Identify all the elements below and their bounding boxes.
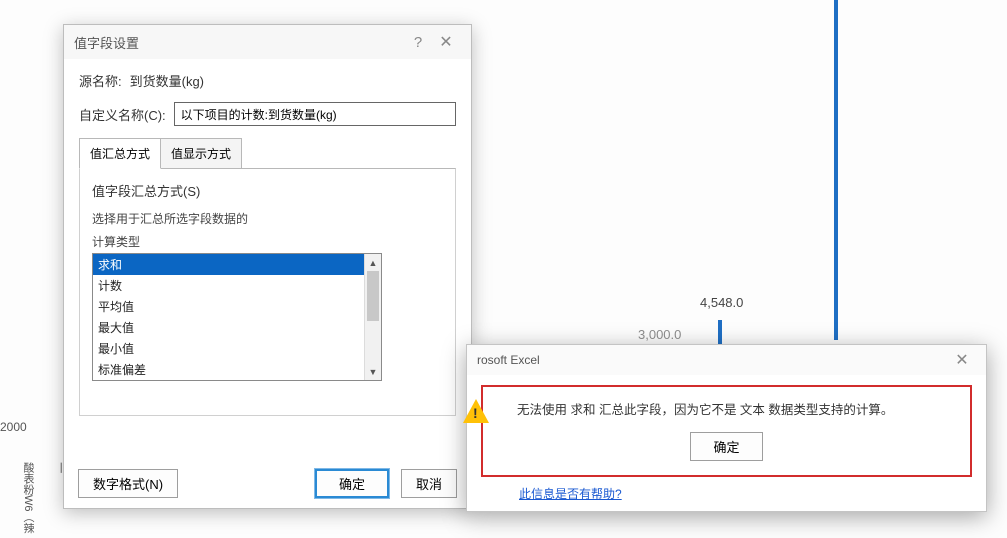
tab-summarize-by[interactable]: 值汇总方式: [79, 138, 161, 169]
alert-highlight-box: 无法使用 求和 汇总此字段，因为它不是 文本 数据类型支持的计算。 确定: [481, 385, 972, 477]
scroll-up-icon[interactable]: ▲: [365, 254, 381, 271]
custom-name-input[interactable]: [174, 102, 456, 126]
scroll-down-icon[interactable]: ▼: [365, 363, 381, 380]
chart-bar-2: [718, 320, 722, 344]
dialog-footer: 数字格式(N) 确定 取消: [64, 458, 471, 508]
chart-data-label: 4,548.0: [700, 295, 743, 310]
alert-message: 无法使用 求和 汇总此字段，因为它不是 文本 数据类型支持的计算。: [495, 397, 895, 432]
chart-bar-1: [834, 0, 838, 340]
source-name-label: 源名称:: [79, 71, 122, 90]
panel-subtext2: 计算类型: [92, 233, 443, 250]
dialog-title: 值字段设置: [74, 33, 405, 52]
warning-icon: [463, 399, 493, 429]
alert-ok-button[interactable]: 确定: [690, 432, 762, 461]
tab-panel: 值字段汇总方式(S) 选择用于汇总所选字段数据的 计算类型 求和 计数 平均值 …: [79, 168, 456, 416]
value-field-settings-dialog: 值字段设置 ? ✕ 源名称: 到货数量(kg) 自定义名称(C): 值汇总方式 …: [63, 24, 472, 509]
calculation-type-list[interactable]: 求和 计数 平均值 最大值 最小值 标准偏差 ▲ ▼: [92, 253, 382, 381]
list-item[interactable]: 最大值: [93, 317, 364, 338]
tab-show-values-as[interactable]: 值显示方式: [160, 138, 242, 169]
number-format-button[interactable]: 数字格式(N): [78, 469, 178, 498]
cancel-button[interactable]: 取消: [401, 469, 457, 498]
panel-subtext: 选择用于汇总所选字段数据的: [92, 210, 443, 227]
x-tick: 酸表粉W6（辣: [20, 462, 36, 534]
help-link[interactable]: 此信息是否有帮助?: [519, 485, 622, 502]
alert-titlebar[interactable]: rosoft Excel ✕: [467, 345, 986, 375]
scroll-track[interactable]: [365, 321, 381, 363]
close-icon[interactable]: ✕: [948, 350, 976, 370]
help-icon[interactable]: ?: [405, 34, 431, 51]
list-item[interactable]: 求和: [93, 254, 364, 275]
scroll-thumb[interactable]: [367, 271, 379, 321]
error-alert-dialog: rosoft Excel ✕ 无法使用 求和 汇总此字段，因为它不是 文本 数据…: [466, 344, 987, 512]
dialog-titlebar[interactable]: 值字段设置 ? ✕: [64, 25, 471, 59]
panel-heading: 值字段汇总方式(S): [92, 181, 443, 200]
chart-data-label: 3,000.0: [638, 327, 681, 342]
custom-name-label: 自定义名称(C):: [79, 105, 166, 124]
list-item[interactable]: 标准偏差: [93, 359, 364, 380]
y-axis-tick: 2000: [0, 420, 27, 434]
source-name-value: 到货数量(kg): [130, 71, 204, 90]
alert-title: rosoft Excel: [477, 353, 948, 367]
tabs: 值汇总方式 值显示方式: [79, 138, 456, 169]
scrollbar[interactable]: ▲ ▼: [364, 254, 381, 380]
close-icon[interactable]: ✕: [431, 32, 461, 52]
list-item[interactable]: 计数: [93, 275, 364, 296]
list-item[interactable]: 平均值: [93, 296, 364, 317]
list-item[interactable]: 最小值: [93, 338, 364, 359]
ok-button[interactable]: 确定: [315, 469, 389, 498]
